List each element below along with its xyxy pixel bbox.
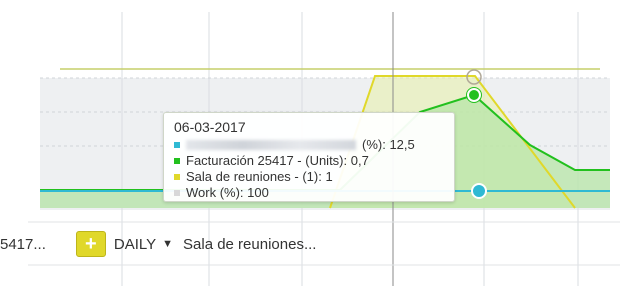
series-selector-left[interactable]: 5417...: [0, 236, 46, 253]
tooltip-row-label: Facturación 25417 - (Units): 0,7: [186, 153, 369, 168]
percent-hover-marker[interactable]: [471, 183, 487, 199]
tooltip-row-sala: Sala de reuniones - (1): 1: [174, 169, 444, 185]
plus-icon: +: [85, 233, 97, 255]
tooltip-date: 06-03-2017: [174, 119, 246, 135]
chart-widget: 06-03-2017 (%): 12,5 Facturación 25417 -…: [0, 0, 628, 297]
tooltip-row-label: Sala de reuniones - (1): 1: [186, 169, 333, 184]
tooltip-row-facturacion: Facturación 25417 - (Units): 0,7: [174, 153, 444, 169]
yellow-legend-swatch: [174, 174, 180, 180]
facturacion-hover-marker[interactable]: [467, 88, 481, 102]
caret-down-icon: ▼: [162, 238, 174, 250]
blurred-series-name: [186, 140, 356, 150]
period-label: DAILY: [113, 235, 157, 253]
tooltip-row-label: (%): 12,5: [362, 137, 415, 152]
series-selector-right[interactable]: Sala de reuniones...: [183, 236, 316, 253]
add-series-button[interactable]: +: [75, 231, 106, 257]
tooltip-row-percent: (%): 12,5: [174, 137, 444, 153]
green-legend-swatch: [174, 158, 180, 164]
gray-legend-swatch: [174, 190, 180, 196]
cyan-legend-swatch: [174, 142, 180, 148]
chart-tooltip: 06-03-2017 (%): 12,5 Facturación 25417 -…: [163, 112, 455, 202]
period-dropdown[interactable]: DAILY ▼: [114, 236, 183, 253]
tooltip-row-label: Work (%): 100: [186, 185, 269, 200]
chart-toolbar: 5417... + DAILY ▼ Sala de reuniones...: [0, 226, 316, 262]
tooltip-row-work: Work (%): 100: [174, 185, 444, 201]
